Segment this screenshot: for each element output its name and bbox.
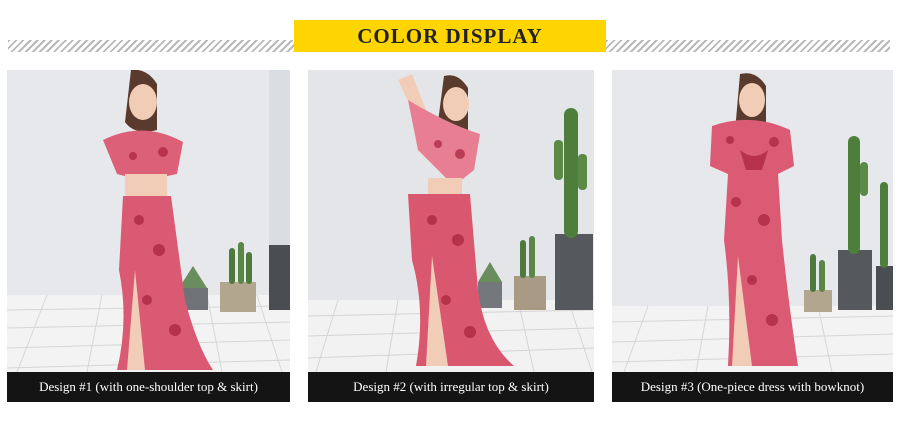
design-2-photo bbox=[308, 70, 594, 372]
design-card-1[interactable]: Design #1 (with one-shoulder top & skirt… bbox=[7, 70, 290, 402]
design-1-caption: Design #1 (with one-shoulder top & skirt… bbox=[7, 372, 290, 402]
design-2-caption: Design #2 (with irregular top & skirt) bbox=[308, 372, 594, 402]
design-1-photo bbox=[7, 70, 290, 372]
design-card-3[interactable]: Design #3 (One-piece dress with bowknot) bbox=[612, 70, 893, 402]
design-card-2[interactable]: Design #2 (with irregular top & skirt) bbox=[308, 70, 594, 402]
header-stripe-right bbox=[606, 40, 890, 52]
section-title-banner: COLOR DISPLAY bbox=[294, 20, 606, 52]
design-3-caption: Design #3 (One-piece dress with bowknot) bbox=[612, 372, 893, 402]
design-3-photo bbox=[612, 70, 893, 372]
header-stripe-left bbox=[8, 40, 294, 52]
section-title: COLOR DISPLAY bbox=[357, 23, 543, 48]
